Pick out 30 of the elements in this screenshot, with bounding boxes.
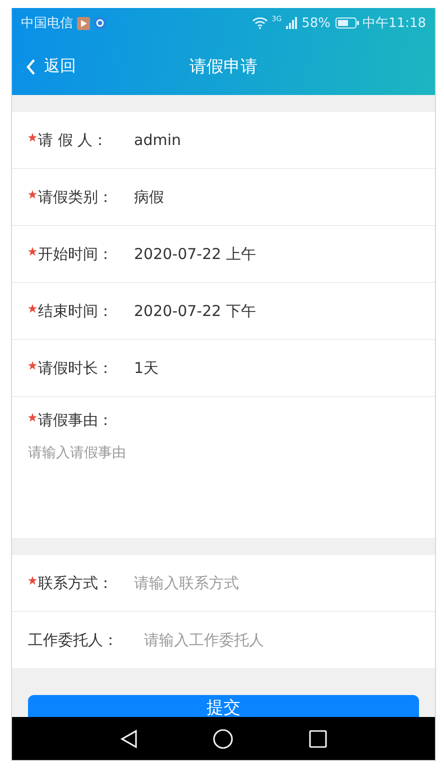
page-title: 请假申请 (190, 56, 258, 78)
carrier-name: 中国电信 (21, 15, 73, 32)
field-value[interactable]: 2020-07-22 上午 (134, 244, 256, 264)
input-field[interactable]: 请输入工作委托人 (144, 631, 421, 649)
field-value[interactable]: 2020-07-22 下午 (134, 302, 256, 320)
field-label: 请 假 人： (38, 130, 108, 150)
back-icon (26, 58, 36, 74)
app-icon (77, 16, 90, 30)
field-label: 请假事由： (38, 411, 113, 430)
wifi-icon (252, 17, 268, 29)
field-label: 联系方式： (38, 574, 113, 592)
field-value[interactable]: 病假 (134, 188, 164, 206)
battery-icon (334, 17, 359, 29)
input-field[interactable]: 请输入联系方式 (134, 574, 421, 592)
field-label: 结束时间： (38, 302, 113, 320)
field-label: 工作委托人： (28, 630, 118, 650)
signal-icon (286, 17, 298, 29)
field-label: 请假时长： (38, 358, 113, 378)
app-icon (94, 17, 106, 29)
clock-time: 中午11:18 (362, 15, 426, 32)
battery-percent: 58% (302, 16, 331, 30)
text-area[interactable]: 请输入请假事由 (28, 444, 419, 526)
field-value[interactable]: 1天 (134, 358, 159, 378)
field-label: 请假类别： (38, 188, 113, 206)
field-label: 开始时间： (38, 244, 113, 264)
home-icon[interactable] (213, 728, 234, 748)
recents-icon[interactable] (309, 730, 328, 748)
submit-button[interactable]: 提交 (28, 695, 419, 717)
field-value[interactable]: admin (134, 131, 181, 149)
back-icon[interactable] (120, 728, 138, 748)
